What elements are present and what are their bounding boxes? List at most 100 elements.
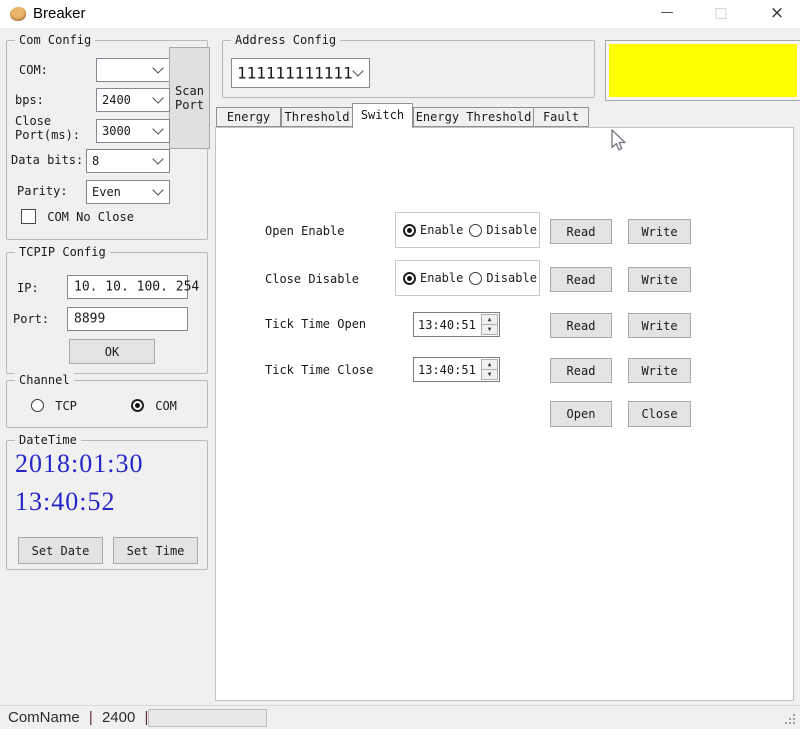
close-label: Close (641, 407, 677, 421)
com-select[interactable] (96, 58, 170, 82)
title-bar: Breaker — □ × (0, 0, 800, 28)
spin-up-button[interactable]: ▲ (481, 359, 498, 369)
com-radio[interactable] (131, 399, 144, 412)
tcp-radio[interactable] (31, 399, 44, 412)
minimize-button[interactable]: — (650, 0, 684, 28)
close-action-button[interactable]: Close (628, 401, 691, 427)
write-label: Write (641, 364, 677, 378)
tab-threshold[interactable]: Threshold (281, 107, 353, 127)
read-label: Read (567, 319, 596, 333)
close-button[interactable]: × (760, 0, 794, 28)
close-disable-radio-group: Enable Disable (395, 260, 540, 296)
status-separator: | (84, 709, 98, 726)
set-time-button[interactable]: Set Time (113, 537, 198, 564)
open-enable-read-button[interactable]: Read (550, 219, 612, 244)
port-label: Port: (13, 312, 49, 326)
tick-time-close-value: 13:40:51 (414, 363, 480, 377)
set-date-button[interactable]: Set Date (18, 537, 103, 564)
window-title: Breaker (33, 0, 86, 28)
bps-label: bps: (15, 93, 44, 107)
disable-label: Disable (486, 271, 537, 285)
tick-time-close-spinner[interactable]: 13:40:51 ▲ ▼ (413, 357, 500, 382)
close-disable-write-button[interactable]: Write (628, 267, 691, 292)
com-no-close-label: COM No Close (47, 210, 134, 224)
close-disable-enable-radio[interactable] (403, 272, 416, 285)
tick-time-open-label: Tick Time Open (265, 317, 366, 331)
tab-energy-threshold[interactable]: Energy Threshold (413, 107, 534, 127)
bps-select[interactable]: 2400 (96, 88, 170, 112)
tick-time-close-write-button[interactable]: Write (628, 358, 691, 383)
scan-port-button[interactable]: Scan Port (169, 47, 210, 149)
address-config-title: Address Config (231, 33, 340, 47)
resize-grip[interactable] (785, 714, 797, 726)
tick-time-open-write-button[interactable]: Write (628, 313, 691, 338)
tick-time-open-spinner[interactable]: 13:40:51 ▲ ▼ (413, 312, 500, 337)
read-label: Read (567, 364, 596, 378)
tab-fault-label: Fault (543, 110, 579, 124)
tab-fault[interactable]: Fault (533, 107, 589, 127)
channel-group: Channel TCP COM (6, 380, 208, 428)
disable-label: Disable (486, 223, 537, 237)
spin-up-button[interactable]: ▲ (481, 314, 498, 324)
tcpip-config-title: TCPIP Config (15, 245, 110, 259)
chevron-down-icon (152, 92, 163, 103)
address-config-group: Address Config 111111111111 (222, 40, 595, 98)
tab-energy[interactable]: Energy (216, 107, 281, 127)
ok-button[interactable]: OK (69, 339, 155, 364)
open-enable-radio-group: Enable Disable (395, 212, 540, 248)
arrow-up-icon: ▲ (488, 361, 492, 368)
spin-down-button[interactable]: ▼ (481, 324, 498, 335)
tick-time-close-read-button[interactable]: Read (550, 358, 612, 383)
com-no-close-row: COM No Close (21, 209, 134, 224)
ip-field[interactable]: 10. 10. 100. 254 (67, 275, 188, 299)
read-label: Read (567, 225, 596, 239)
enable-label: Enable (420, 223, 463, 237)
tab-threshold-label: Threshold (284, 110, 349, 124)
data-bits-value: 8 (92, 154, 99, 168)
com-label: COM (155, 399, 177, 413)
time-display: 13:40:52 (15, 487, 115, 517)
parity-value: Even (92, 185, 121, 199)
tick-time-open-read-button[interactable]: Read (550, 313, 612, 338)
maximize-icon: □ (714, 5, 727, 21)
channel-com-option[interactable]: COM (131, 398, 177, 413)
open-button[interactable]: Open (550, 401, 612, 427)
tab-energy-label: Energy (227, 110, 270, 124)
chevron-down-icon (152, 153, 163, 164)
tab-switch[interactable]: Switch (352, 103, 413, 128)
date-display: 2018:01:30 (15, 449, 143, 479)
close-disable-disable-radio[interactable] (469, 272, 482, 285)
tcp-label: TCP (55, 399, 77, 413)
ip-value: 10. 10. 100. 254 (74, 280, 199, 295)
channel-tcp-option[interactable]: TCP (31, 398, 77, 413)
scan-port-label: Scan Port (170, 84, 209, 112)
ip-label: IP: (17, 281, 39, 295)
open-enable-write-button[interactable]: Write (628, 219, 691, 244)
parity-label: Parity: (17, 184, 68, 198)
set-date-label: Set Date (32, 544, 90, 558)
address-select[interactable]: 111111111111 (231, 58, 370, 88)
tab-energy-threshold-label: Energy Threshold (416, 110, 532, 124)
write-label: Write (641, 319, 677, 333)
close-disable-read-button[interactable]: Read (550, 267, 612, 292)
close-port-select[interactable]: 3000 (96, 119, 170, 143)
data-bits-select[interactable]: 8 (86, 149, 170, 173)
com-label: COM: (19, 63, 48, 77)
status-indicator (609, 44, 797, 97)
spin-down-button[interactable]: ▼ (481, 369, 498, 380)
tcpip-config-group: TCPIP Config IP: 10. 10. 100. 254 Port: … (6, 252, 208, 374)
open-enable-enable-radio[interactable] (403, 224, 416, 237)
open-enable-disable-radio[interactable] (469, 224, 482, 237)
ok-label: OK (105, 345, 119, 359)
address-value: 111111111111 (237, 64, 353, 83)
port-field[interactable]: 8899 (67, 307, 188, 331)
parity-select[interactable]: Even (86, 180, 170, 204)
chevron-down-icon (152, 123, 163, 134)
chevron-down-icon (152, 184, 163, 195)
datetime-group: DateTime 2018:01:30 13:40:52 Set Date Se… (6, 440, 208, 570)
arrow-down-icon: ▼ (488, 326, 492, 333)
read-label: Read (567, 273, 596, 287)
breaker-window: Breaker — □ × Com Config COM: Scan Port … (0, 0, 800, 728)
com-no-close-checkbox[interactable] (21, 209, 36, 224)
maximize-button[interactable]: □ (704, 0, 738, 28)
